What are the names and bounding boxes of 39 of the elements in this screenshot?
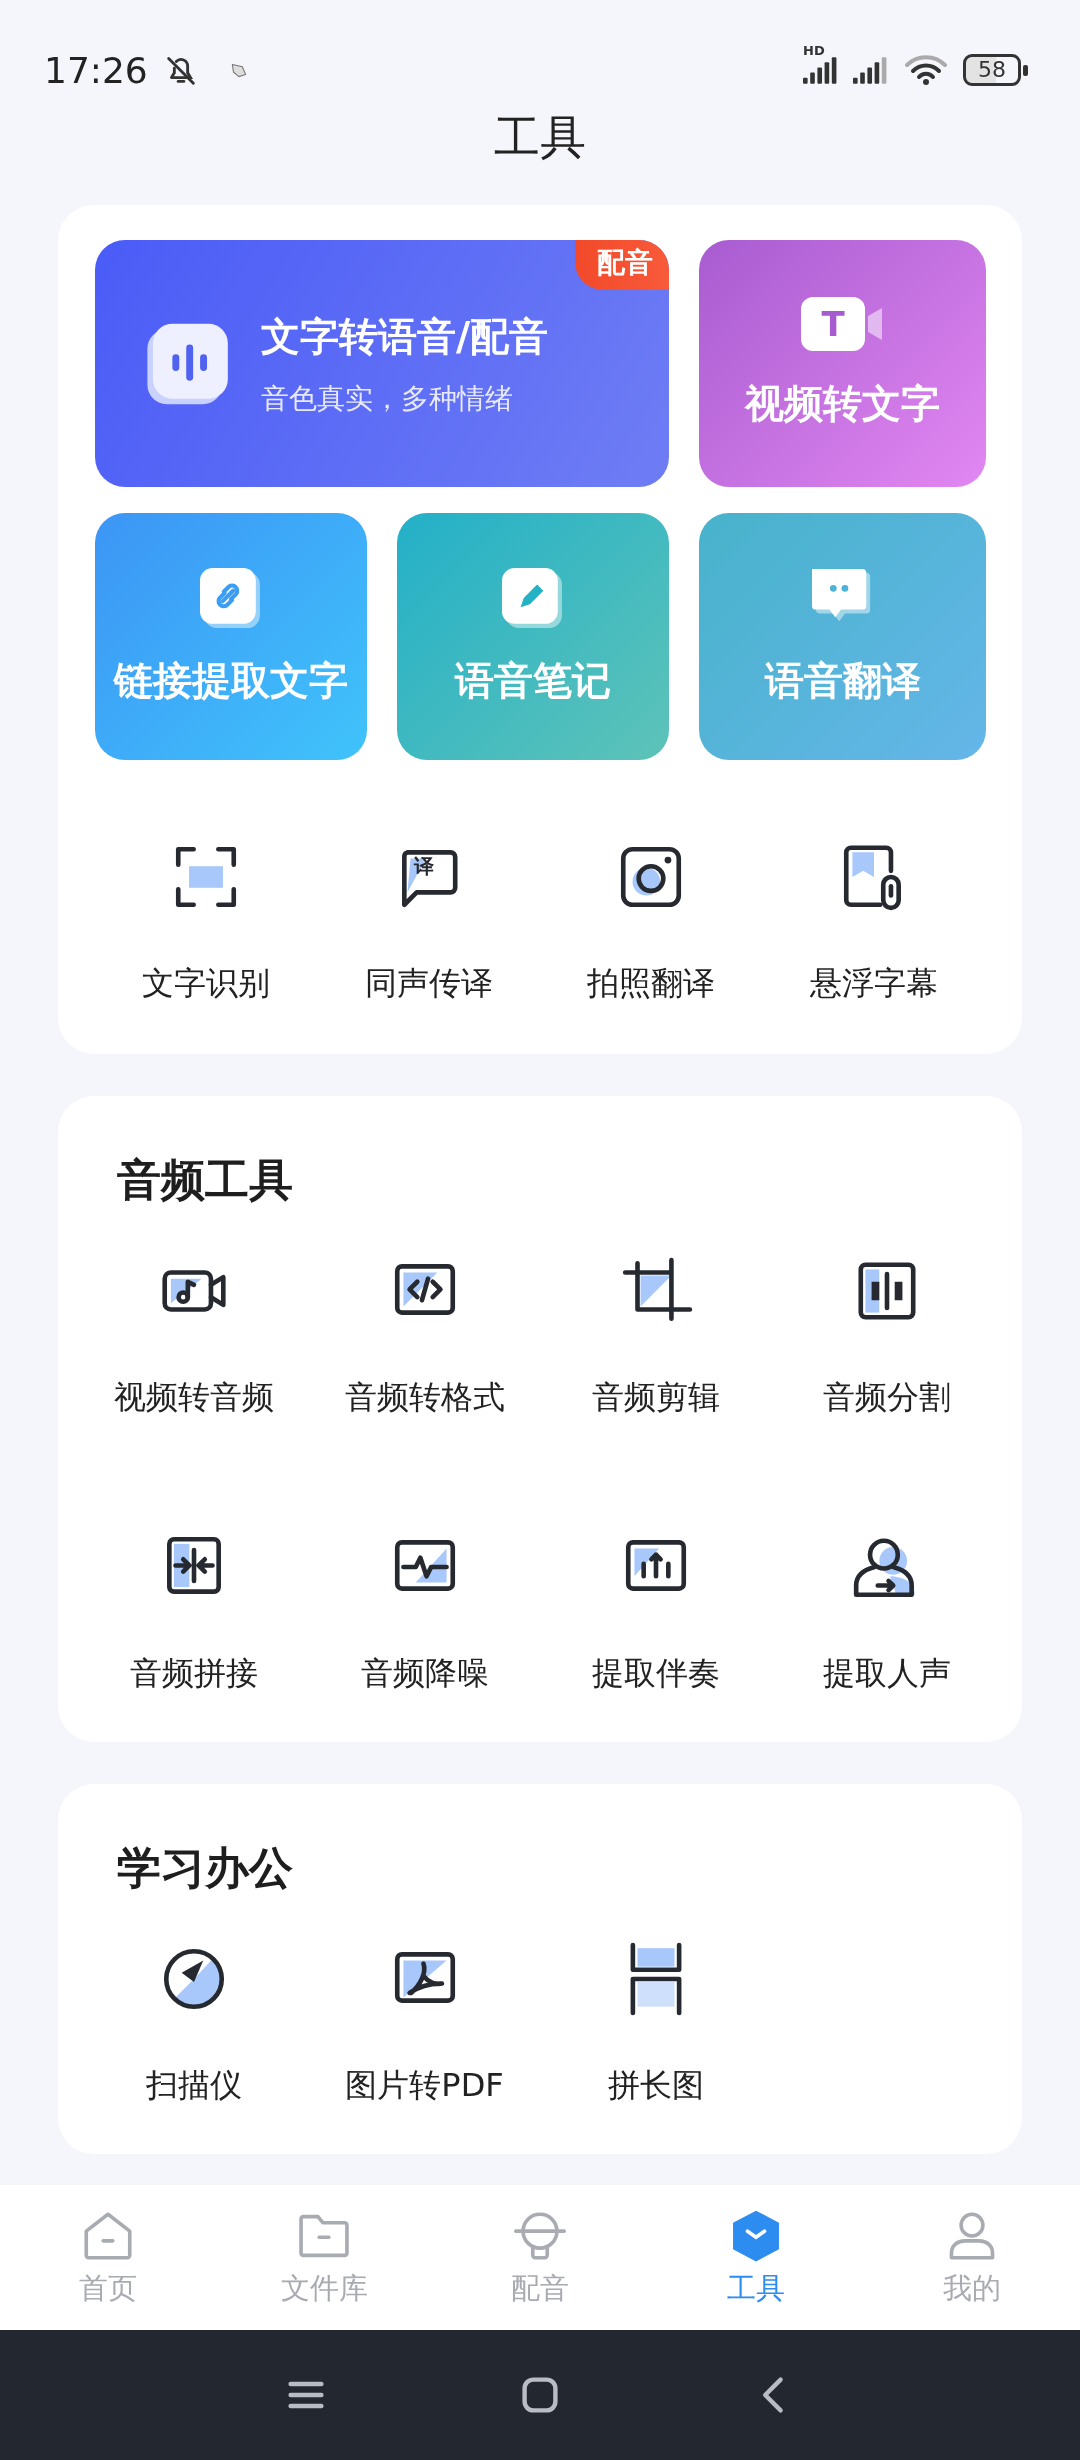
clock-time: 17:26	[44, 49, 148, 91]
tool-button[interactable]: 提取人声	[771, 1530, 1002, 1696]
tool-button[interactable]: 音频分割	[771, 1254, 1002, 1420]
section-title: 学习办公	[116, 1841, 294, 1895]
feature-card[interactable]: T 视频转文字	[699, 240, 986, 487]
battery-indicator: 58	[963, 54, 1021, 86]
network-type: HD	[803, 42, 825, 58]
tool-button[interactable]: 视频转音频	[78, 1254, 309, 1420]
tool-button[interactable]: 悬浮字幕	[762, 840, 985, 1006]
tool-button[interactable]: 文字识别	[95, 840, 318, 1006]
badge: 配音	[575, 240, 669, 290]
tool-button[interactable]: 扫描仪	[78, 1942, 309, 2108]
feature-title: 语音翻译	[764, 656, 921, 705]
icon-glyph: 译	[413, 854, 434, 878]
wifi-icon	[903, 53, 949, 87]
feature-title: 视频转文字	[745, 379, 940, 428]
feature-title: 链接提取文字	[114, 656, 348, 705]
tool-button[interactable]: 音频剪辑	[540, 1254, 771, 1420]
signal-icon	[853, 56, 889, 84]
feature-title: 文字转语音/配音	[261, 312, 549, 361]
feature-card[interactable]: 文字转语音/配音 音色真实，多种情绪 配音	[95, 240, 669, 487]
link-icon	[200, 565, 262, 628]
feature-subtitle: 音色真实，多种情绪	[261, 380, 514, 417]
section-title: 音频工具	[116, 1153, 294, 1207]
tool-button[interactable]: 拍照翻译	[540, 840, 763, 1006]
battery-tip	[1023, 64, 1028, 76]
page-title: 工具	[493, 109, 587, 166]
signal-icon	[803, 56, 839, 84]
tool-button[interactable]: 提取伴奏	[540, 1530, 771, 1696]
tool-button[interactable]: 音频转格式	[309, 1254, 540, 1420]
tool-button[interactable]: 译 同声传译	[317, 840, 540, 1006]
feature-title: 语音笔记	[455, 656, 611, 705]
tool-button[interactable]: 图片转PDF	[309, 1942, 540, 2108]
camera-lens-icon	[868, 305, 884, 342]
tool-button[interactable]: 拼长图	[540, 1942, 771, 2108]
tool-button[interactable]: 音频降噪	[309, 1530, 540, 1696]
video-icon-letter: T	[801, 296, 865, 351]
tool-button[interactable]: 音频拼接	[78, 1530, 309, 1696]
pencil-icon	[502, 565, 564, 628]
